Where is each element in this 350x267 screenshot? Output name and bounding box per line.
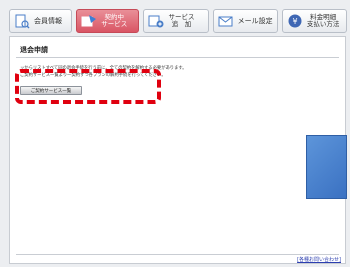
tab-mail-settings[interactable]: メール設定 [212,9,278,33]
billing-icon: ¥ [288,14,302,28]
tab-add-service[interactable]: サービス 追 加 [143,9,209,33]
title-divider [16,57,339,58]
add-service-icon [148,15,164,28]
page-title: 退会申請 [20,46,48,54]
tab-label: 会員情報 [34,17,62,25]
tab-label: 料金明細 支払い方法 [306,13,340,28]
document-search-icon [15,14,30,29]
tab-contracted-services[interactable]: 契約中 サービス [76,9,140,33]
svg-text:¥: ¥ [292,17,297,26]
app-window: 会員情報 契約中 サービス サービス 追 加 メール設定 ¥ 料金明細 支払い方… [0,0,350,267]
contact-link[interactable]: [各種お問い合わせ] [297,256,341,263]
footer-divider [16,254,339,255]
blue-block [306,135,347,199]
tab-label: 契約中 サービス [101,13,128,28]
mail-icon [218,16,233,27]
tab-bar: 会員情報 契約中 サービス サービス 追 加 メール設定 ¥ 料金明細 支払い方… [9,9,347,35]
content-panel: 退会申請 ッからリストすべて同の退会手続を行う前に、全ての契約を解約する必要があ… [9,36,347,264]
tab-label: サービス 追 加 [168,13,195,28]
contract-services-icon [81,15,97,27]
tab-member-info[interactable]: 会員情報 [9,9,73,33]
highlight-annotation [15,69,161,104]
tab-label: メール設定 [237,17,273,25]
tab-billing[interactable]: ¥ 料金明細 支払い方法 [281,9,347,33]
